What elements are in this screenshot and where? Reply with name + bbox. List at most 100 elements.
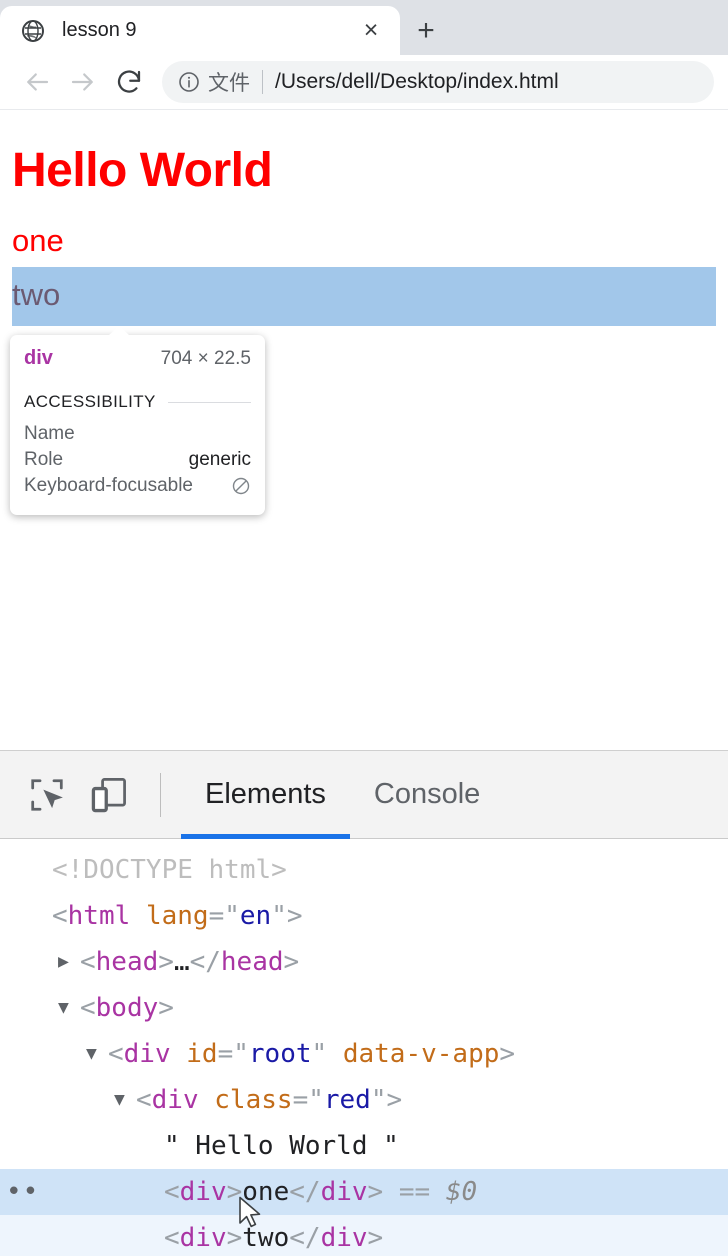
token-punct: > <box>367 1177 384 1207</box>
token-punct: > <box>226 1223 243 1253</box>
tooltip-tag-name: div <box>24 347 53 369</box>
dom-tree-row[interactable]: <!DOCTYPE html> <box>0 847 728 893</box>
inspector-tooltip: div 704 × 22.5 ACCESSIBILITY Name Role g… <box>10 326 265 515</box>
token-val: red <box>323 1085 371 1115</box>
token-doctype: <!DOCTYPE html> <box>52 855 287 885</box>
token-punct: < <box>136 1085 152 1115</box>
token-punct: =" <box>208 901 240 931</box>
token-punct: < <box>164 1177 180 1207</box>
token-punct: < <box>80 993 96 1023</box>
token-punct: "> <box>271 901 303 931</box>
forward-button[interactable] <box>60 59 106 105</box>
dom-tree-row[interactable]: " Hello World " <box>0 1123 728 1169</box>
token-tag: div <box>179 1177 227 1207</box>
url-text[interactable]: /Users/dell/Desktop/index.html <box>275 70 559 94</box>
tooltip-row-name: Name <box>24 423 251 445</box>
token-tag: div <box>320 1223 368 1253</box>
dom-row-content: " Hello World " <box>30 1123 399 1169</box>
tooltip-key: Name <box>24 423 75 444</box>
token-tag: div <box>320 1177 368 1207</box>
token-punct: < <box>52 901 68 931</box>
token-punct: > <box>283 947 300 977</box>
tooltip-value: generic <box>188 449 251 470</box>
tooltip-header: div 704 × 22.5 <box>24 347 251 370</box>
browser-window: lesson 9 × + 文件 /Users/dell/Desktop/inde… <box>0 0 728 1256</box>
dom-tree[interactable]: <!DOCTYPE html> < html lang =" en "> ▶ < head >… <… <box>0 839 728 1256</box>
token-text: " Hello World " <box>164 1131 399 1161</box>
omnibox-separator <box>262 70 263 94</box>
page-line-one: one <box>12 222 64 258</box>
tooltip-row-keyboard-focusable: Keyboard-focusable <box>24 475 251 497</box>
browser-tab[interactable]: lesson 9 × <box>0 6 400 55</box>
token-punct: > <box>499 1039 516 1069</box>
page-viewport: Hello World one two div 704 × 22.5 ACCES… <box>0 110 728 750</box>
not-allowed-icon <box>231 476 251 496</box>
tooltip-row-role: Role generic <box>24 449 251 471</box>
dom-row-content: < html lang =" en "> <box>30 893 303 939</box>
token-punct: < <box>164 1223 180 1253</box>
token-punct: > <box>158 993 174 1023</box>
dom-tree-row[interactable]: •• < div > one </div > == $0 <box>0 1169 728 1215</box>
new-tab-button[interactable]: + <box>400 6 452 55</box>
dom-tree-row[interactable]: < div > two </div > <box>0 1215 728 1256</box>
dom-row-content: ▶ < head >… </head > <box>30 939 299 985</box>
page-heading: Hello World <box>12 144 273 197</box>
token-text: one <box>242 1177 290 1207</box>
tooltip-section-title: ACCESSIBILITY <box>24 392 156 411</box>
chevron-down-icon[interactable]: ▼ <box>86 1045 108 1063</box>
devtools-panel: Elements Console <!DOCTYPE html> < html la… <box>0 750 728 1256</box>
token-punct: > <box>158 947 174 977</box>
dom-row-content: <!DOCTYPE html> <box>30 847 287 893</box>
dom-row-content: ▼ < div id =" root " data-v-app > <box>30 1031 515 1077</box>
dom-row-content: < div > two </div > <box>30 1215 383 1256</box>
dom-tree-row[interactable]: ▼ < div id =" root " data-v-app > <box>0 1031 728 1077</box>
token-val: en <box>239 901 272 931</box>
device-toolbar-icon[interactable] <box>78 764 140 826</box>
token-punct: > <box>367 1223 384 1253</box>
tooltip-section-accessibility: ACCESSIBILITY <box>24 392 251 412</box>
back-button[interactable] <box>14 59 60 105</box>
chevron-down-icon[interactable]: ▼ <box>58 999 80 1017</box>
token-punct: </ <box>289 1223 321 1253</box>
tab-title: lesson 9 <box>62 19 137 41</box>
divider <box>167 401 251 403</box>
token-attr: lang <box>145 901 209 931</box>
info-circle-icon[interactable] <box>176 69 202 95</box>
token-text: … <box>173 947 190 977</box>
chevron-down-icon[interactable]: ▼ <box>114 1091 136 1109</box>
token-punct: </ <box>289 1177 321 1207</box>
token-punct: =" <box>292 1085 324 1115</box>
token-text: two <box>242 1223 290 1253</box>
dom-tree-row[interactable]: ▼ < body > <box>0 985 728 1031</box>
toolbar-divider <box>160 772 161 817</box>
tab-elements[interactable]: Elements <box>181 751 350 839</box>
dom-row-content: < div > one </div > == $0 <box>30 1169 477 1215</box>
token-punct: </ <box>189 947 221 977</box>
chevron-right-icon[interactable]: ▶ <box>58 953 80 971</box>
page-line-two-highlighted[interactable]: two <box>12 267 716 327</box>
close-icon[interactable]: × <box>356 16 386 46</box>
dom-row-content: ▼ < body > <box>30 985 174 1031</box>
token-ref: == <box>383 1177 446 1207</box>
tab-console[interactable]: Console <box>350 751 504 839</box>
tooltip-key: Role <box>24 449 64 470</box>
address-bar[interactable]: 文件 /Users/dell/Desktop/index.html <box>162 61 714 103</box>
dom-tree-row[interactable]: ▼ < div class =" red "> <box>0 1077 728 1123</box>
tooltip-key: Keyboard-focusable <box>24 475 193 496</box>
reload-button[interactable] <box>106 59 152 105</box>
dom-row-gutter: •• <box>0 1179 38 1205</box>
dom-tree-row[interactable]: ▶ < head >… </head > <box>0 939 728 985</box>
token-attr: id <box>186 1039 218 1069</box>
token-attr: class <box>214 1085 293 1115</box>
dom-tree-row[interactable]: < html lang =" en "> <box>0 893 728 939</box>
tab-strip: lesson 9 × + <box>0 0 728 55</box>
token-tag: html <box>67 901 131 931</box>
browser-toolbar: 文件 /Users/dell/Desktop/index.html <box>0 55 728 110</box>
token-tag: body <box>95 993 159 1023</box>
token-dollar: $0 <box>445 1177 478 1207</box>
dom-row-content: ▼ < div class =" red "> <box>30 1077 402 1123</box>
inspect-element-icon[interactable] <box>16 764 78 826</box>
